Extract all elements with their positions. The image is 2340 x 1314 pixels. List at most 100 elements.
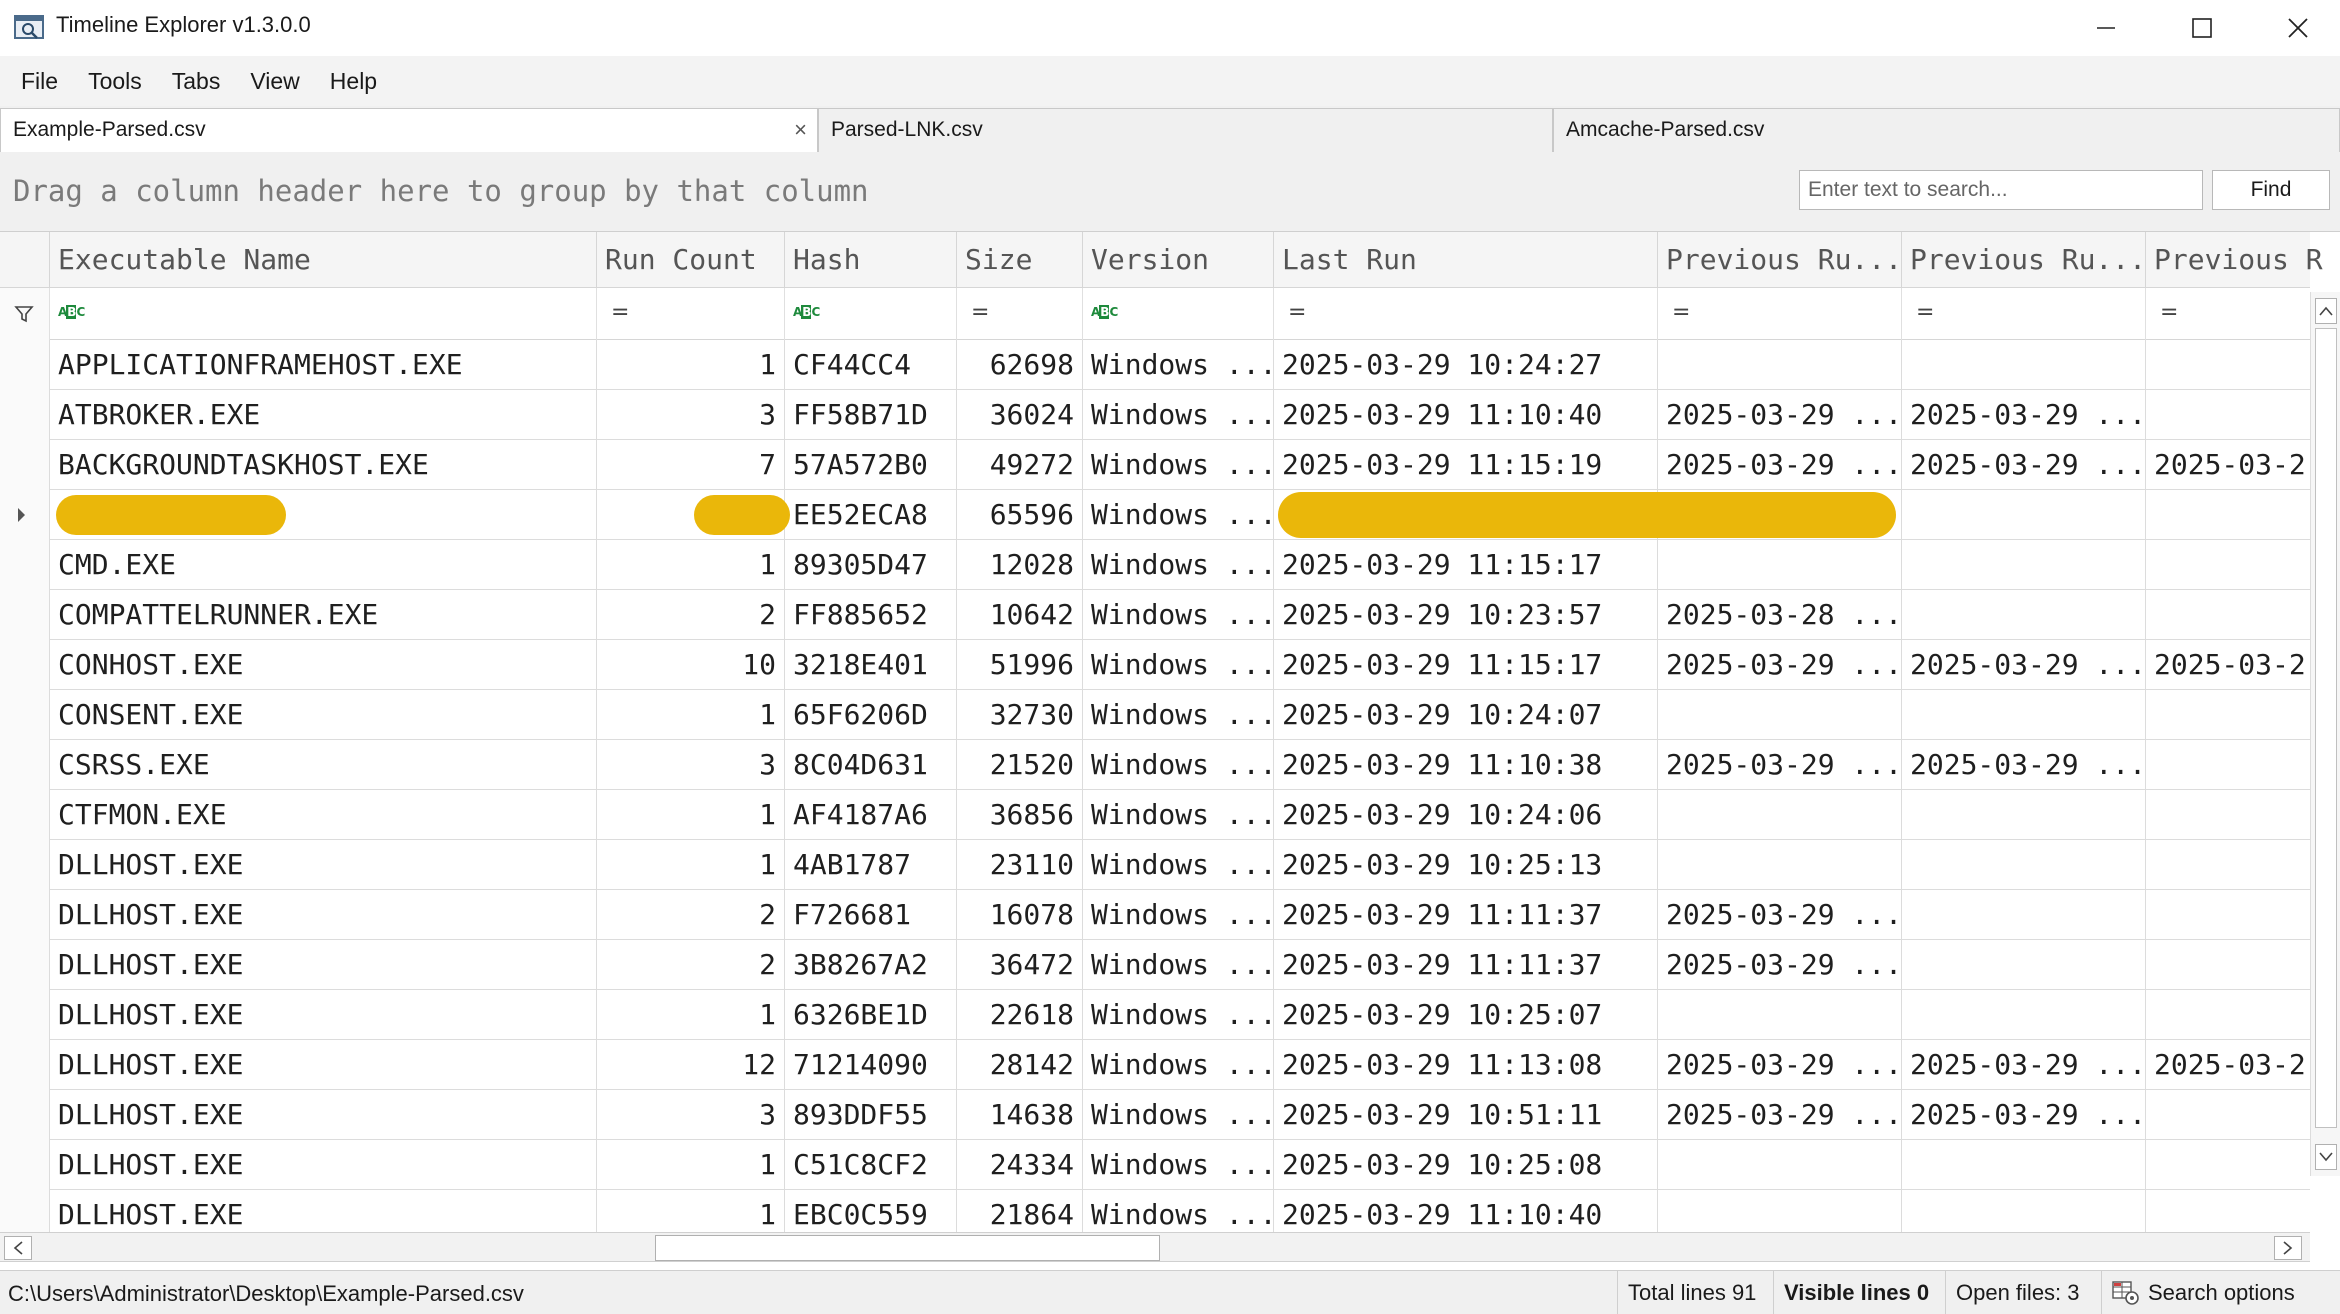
- row-indicator[interactable]: [0, 540, 50, 590]
- cell-previous-run-1[interactable]: 2025-03-29 ...: [1658, 640, 1902, 690]
- cell-size[interactable]: 32730: [957, 690, 1083, 740]
- row-indicator[interactable]: [0, 890, 50, 940]
- search-input[interactable]: [1799, 170, 2203, 210]
- cell-previous-run-3[interactable]: 2025-03-2: [2146, 640, 2310, 690]
- cell-version[interactable]: Windows ...: [1083, 890, 1274, 940]
- cell-hash[interactable]: CF44CC4: [785, 340, 957, 390]
- cell-size[interactable]: 12028: [957, 540, 1083, 590]
- cell-previous-run-2[interactable]: [1902, 990, 2146, 1040]
- table-row[interactable]: BACKGROUNDTASKHOST.EXE 7 57A572B0 49272 Wind…: [0, 440, 2310, 490]
- cell-executable-name[interactable]: DLLHOST.EXE: [50, 990, 597, 1040]
- cell-version[interactable]: Windows ...: [1083, 1140, 1274, 1190]
- row-indicator[interactable]: [0, 740, 50, 790]
- column-header-previous-run-1[interactable]: Previous Ru...: [1658, 232, 1902, 288]
- column-header-hash[interactable]: Hash: [785, 232, 957, 288]
- row-indicator[interactable]: [0, 990, 50, 1040]
- cell-run-count[interactable]: 1: [597, 990, 785, 1040]
- cell-previous-run-2[interactable]: 2025-03-29 ...: [1902, 390, 2146, 440]
- cell-previous-run-2[interactable]: [1902, 340, 2146, 390]
- column-header-last-run[interactable]: Last Run: [1274, 232, 1658, 288]
- cell-hash[interactable]: FF58B71D: [785, 390, 957, 440]
- cell-previous-run-3[interactable]: [2146, 790, 2310, 840]
- cell-run-count[interactable]: 2: [597, 590, 785, 640]
- cell-hash[interactable]: 6326BE1D: [785, 990, 957, 1040]
- vertical-scrollbar[interactable]: [2310, 292, 2340, 1176]
- cell-previous-run-3[interactable]: [2146, 390, 2310, 440]
- column-header-previous-run-3[interactable]: Previous R: [2146, 232, 2340, 288]
- menu-tabs[interactable]: Tabs: [157, 56, 236, 106]
- column-header-size[interactable]: Size: [957, 232, 1083, 288]
- cell-previous-run-3[interactable]: [2146, 890, 2310, 940]
- row-indicator[interactable]: [0, 1090, 50, 1140]
- cell-executable-name[interactable]: CSRSS.EXE: [50, 740, 597, 790]
- cell-version[interactable]: Windows ...: [1083, 940, 1274, 990]
- cell-executable-name[interactable]: COMPATTELRUNNER.EXE: [50, 590, 597, 640]
- row-indicator[interactable]: [0, 590, 50, 640]
- cell-last-run[interactable]: 2025-03-29 10:24:07: [1274, 690, 1658, 740]
- cell-previous-run-3[interactable]: [2146, 1090, 2310, 1140]
- cell-version[interactable]: Windows ...: [1083, 340, 1274, 390]
- cell-previous-run-3[interactable]: [2146, 940, 2310, 990]
- cell-last-run[interactable]: 2025-03-29 11:11:37: [1274, 940, 1658, 990]
- table-row[interactable]: DLLHOST.EXE 2 F726681 16078 Windows ... 2025-…: [0, 890, 2310, 940]
- cell-last-run[interactable]: 2025-03-29 10:23:57: [1274, 590, 1658, 640]
- cell-executable-name[interactable]: ATBROKER.EXE: [50, 390, 597, 440]
- cell-previous-run-3[interactable]: [2146, 690, 2310, 740]
- cell-version[interactable]: Windows ...: [1083, 590, 1274, 640]
- cell-previous-run-3[interactable]: [2146, 340, 2310, 390]
- cell-previous-run-1[interactable]: [1658, 690, 1902, 740]
- cell-previous-run-1[interactable]: 2025-03-29 ...: [1658, 390, 1902, 440]
- cell-executable-name[interactable]: DLLHOST.EXE: [50, 1040, 597, 1090]
- cell-hash[interactable]: 57A572B0: [785, 440, 957, 490]
- filter-cell-hash[interactable]: ABC: [785, 288, 957, 340]
- cell-run-count[interactable]: 10: [597, 640, 785, 690]
- cell-previous-run-1[interactable]: [1658, 340, 1902, 390]
- cell-previous-run-2[interactable]: [1902, 490, 2146, 540]
- cell-previous-run-2[interactable]: [1902, 790, 2146, 840]
- cell-previous-run-2[interactable]: [1902, 840, 2146, 890]
- row-indicator[interactable]: [0, 640, 50, 690]
- cell-hash[interactable]: 65F6206D: [785, 690, 957, 740]
- cell-previous-run-2[interactable]: [1902, 1140, 2146, 1190]
- cell-executable-name[interactable]: DLLHOST.EXE: [50, 840, 597, 890]
- column-header-run-count[interactable]: Run Count: [597, 232, 785, 288]
- cell-run-count[interactable]: 2: [597, 890, 785, 940]
- menu-file[interactable]: File: [6, 56, 73, 106]
- cell-hash[interactable]: 4AB1787: [785, 840, 957, 890]
- row-indicator[interactable]: [0, 1190, 50, 1232]
- cell-last-run[interactable]: 2025-03-29 11:15:17: [1274, 640, 1658, 690]
- cell-previous-run-2[interactable]: 2025-03-29 ...: [1902, 740, 2146, 790]
- cell-version[interactable]: Windows ...: [1083, 540, 1274, 590]
- cell-run-count[interactable]: 3: [597, 740, 785, 790]
- cell-version[interactable]: Windows ...: [1083, 840, 1274, 890]
- group-panel[interactable]: Drag a column header here to group by th…: [0, 152, 2340, 232]
- cell-size[interactable]: 49272: [957, 440, 1083, 490]
- table-row[interactable]: EE52ECA8 65596 Windows ...: [0, 490, 2310, 540]
- cell-previous-run-1[interactable]: 2025-03-29 ...: [1658, 440, 1902, 490]
- cell-previous-run-3[interactable]: [2146, 840, 2310, 890]
- cell-last-run[interactable]: 2025-03-29 11:15:19: [1274, 440, 1658, 490]
- cell-run-count[interactable]: 1: [597, 690, 785, 740]
- cell-version[interactable]: Windows ...: [1083, 1190, 1274, 1232]
- cell-previous-run-3[interactable]: [2146, 490, 2310, 540]
- menu-view[interactable]: View: [235, 56, 314, 106]
- cell-last-run[interactable]: 2025-03-29 10:25:07: [1274, 990, 1658, 1040]
- cell-run-count[interactable]: 2: [597, 940, 785, 990]
- menu-help[interactable]: Help: [315, 56, 392, 106]
- cell-size[interactable]: 10642: [957, 590, 1083, 640]
- cell-previous-run-1[interactable]: [1658, 790, 1902, 840]
- cell-version[interactable]: Windows ...: [1083, 440, 1274, 490]
- table-row[interactable]: DLLHOST.EXE 2 3B8267A2 36472 Windows ... 2025…: [0, 940, 2310, 990]
- cell-previous-run-3[interactable]: 2025-03-2: [2146, 1040, 2310, 1090]
- cell-previous-run-2[interactable]: 2025-03-29 ...: [1902, 640, 2146, 690]
- table-row[interactable]: CONHOST.EXE 10 3218E401 51996 Windows ... 202…: [0, 640, 2310, 690]
- row-indicator[interactable]: [0, 340, 50, 390]
- cell-executable-name[interactable]: CONSENT.EXE: [50, 690, 597, 740]
- filter-cell-previous-run-2[interactable]: =: [1902, 288, 2146, 340]
- horizontal-scrollbar[interactable]: [0, 1232, 2310, 1262]
- cell-last-run[interactable]: 2025-03-29 10:51:11: [1274, 1090, 1658, 1140]
- cell-executable-name[interactable]: DLLHOST.EXE: [50, 890, 597, 940]
- scroll-down-button[interactable]: [2315, 1144, 2337, 1170]
- table-row[interactable]: APPLICATIONFRAMEHOST.EXE 1 CF44CC4 62698 Win…: [0, 340, 2310, 390]
- cell-run-count[interactable]: 3: [597, 1090, 785, 1140]
